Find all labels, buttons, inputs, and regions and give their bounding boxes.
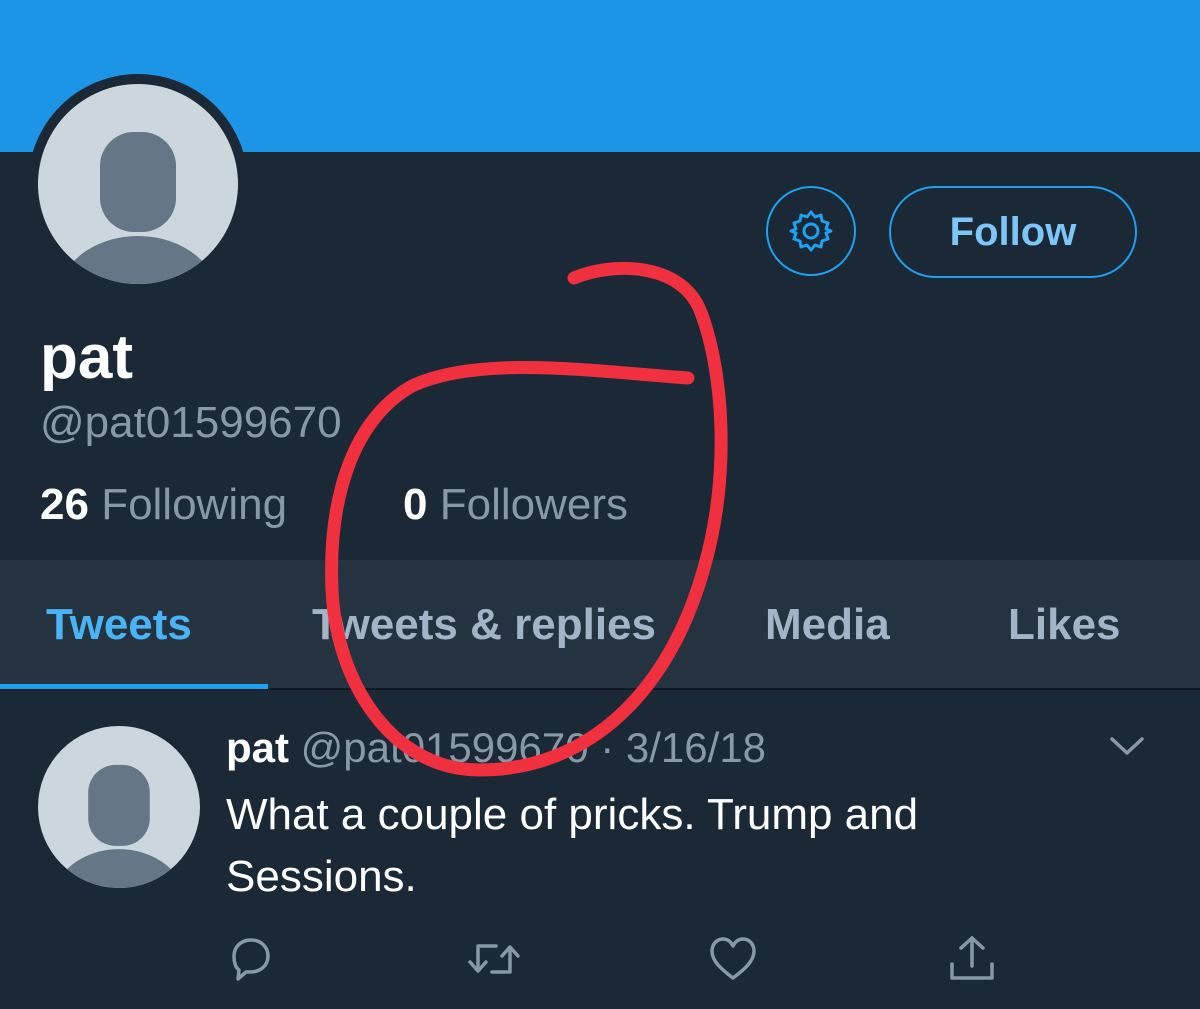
share-icon[interactable] <box>946 934 998 984</box>
tweet-header: pat @pat01599670 · 3/16/18 <box>226 724 766 772</box>
following-count: 26 <box>40 480 89 529</box>
active-tab-indicator <box>0 684 268 689</box>
following-label: Following <box>101 480 288 529</box>
tab-likes[interactable]: Likes <box>1008 600 1121 650</box>
tab-media[interactable]: Media <box>765 600 890 650</box>
follow-button[interactable]: Follow <box>889 186 1137 278</box>
profile-avatar[interactable] <box>28 74 248 294</box>
tweet-separator: · <box>600 724 615 771</box>
tweet-date[interactable]: 3/16/18 <box>626 724 766 771</box>
profile-handle: @pat01599670 <box>40 398 342 447</box>
retweet-icon[interactable] <box>466 934 522 984</box>
chevron-down-icon[interactable] <box>1108 734 1146 758</box>
tweet-author-name[interactable]: pat <box>226 724 289 771</box>
following-stat[interactable]: 26 Following <box>40 480 287 530</box>
like-icon[interactable] <box>707 934 759 984</box>
tab-tweets[interactable]: Tweets <box>46 600 192 650</box>
followers-stat[interactable]: 0 Followers <box>403 480 628 530</box>
followers-count: 0 <box>403 480 428 529</box>
settings-button[interactable] <box>766 186 856 276</box>
tweet-text: What a couple of pricks. Trump and Sessi… <box>226 790 919 901</box>
followers-label: Followers <box>439 480 628 529</box>
profile-name: pat <box>40 323 133 392</box>
tweet-author-handle[interactable]: @pat01599670 <box>301 724 589 771</box>
profile-tabs: Tweets Tweets & replies Media Likes <box>0 560 1200 690</box>
reply-icon[interactable] <box>226 934 276 984</box>
default-avatar-icon <box>38 726 200 888</box>
tab-tweets-and-replies[interactable]: Tweets & replies <box>312 600 656 650</box>
gear-icon <box>789 210 833 252</box>
tweet-avatar[interactable] <box>38 726 200 888</box>
default-avatar-icon <box>38 84 238 284</box>
